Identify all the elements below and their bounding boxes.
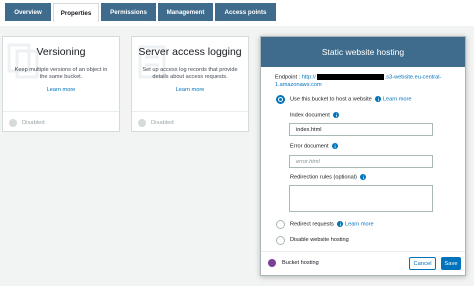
endpoint-url-prefix[interactable]: http:// <box>302 74 316 80</box>
divider <box>3 111 119 112</box>
info-icon[interactable]: i <box>375 96 382 102</box>
info-icon[interactable]: i <box>337 221 344 227</box>
divider <box>261 251 465 252</box>
server-access-logging-card[interactable]: Server access logging Set up access log … <box>131 36 249 132</box>
status-dot-icon <box>138 119 146 127</box>
disable-hosting-radio[interactable] <box>276 236 285 245</box>
versioning-status: Disabled <box>9 119 45 127</box>
redirect-requests-radio[interactable] <box>276 220 285 229</box>
redirect-requests-option: Redirect requests i Learn more <box>290 221 374 227</box>
tab-permissions[interactable]: Permissions <box>101 3 156 21</box>
disable-hosting-option: Disable website hosting <box>290 237 349 243</box>
index-document-label: Index document <box>290 112 330 119</box>
panel-title: Static website hosting <box>321 47 405 57</box>
versioning-title: Versioning <box>36 46 86 58</box>
error-document-label-row: Error document i <box>290 143 339 150</box>
bucket-hosting-status: Bucket hosting <box>282 260 319 266</box>
save-button[interactable]: Save <box>441 257 461 270</box>
host-website-option: Use this bucket to host a website i Lear… <box>290 96 412 102</box>
enabled-status-icon <box>268 259 276 267</box>
index-document-input[interactable]: index.html <box>289 123 433 136</box>
versioning-status-text: Disabled <box>22 120 45 126</box>
versioning-card[interactable]: Versioning Keep multiple versions of an … <box>2 36 120 132</box>
status-dot-icon <box>9 119 17 127</box>
host-website-learn-more-link[interactable]: Learn more <box>383 96 412 102</box>
logging-status: Disabled <box>138 119 174 127</box>
redirection-rules-label-row: Redirection rules (optional) i <box>290 174 367 181</box>
cancel-button[interactable]: Cancel <box>409 257 436 270</box>
redirection-rules-label: Redirection rules (optional) <box>290 174 357 181</box>
endpoint: Endpoint : http://.s3-website.eu-central… <box>275 74 455 89</box>
info-icon[interactable]: i <box>332 143 339 149</box>
host-website-radio[interactable] <box>276 95 285 104</box>
logging-learn-more-link[interactable]: Learn more <box>132 87 248 93</box>
error-document-label: Error document <box>290 143 329 150</box>
versioning-learn-more-link[interactable]: Learn more <box>3 87 119 93</box>
static-website-hosting-panel: Static website hosting Endpoint : http:/… <box>260 36 466 276</box>
versioning-description: Keep multiple versions of an object in t… <box>14 67 108 80</box>
tab-access-points[interactable]: Access points <box>215 3 276 21</box>
redacted-bucket-name <box>316 74 384 80</box>
tab-bar: Overview Properties Permissions Manageme… <box>0 0 474 26</box>
redirect-requests-label: Redirect requests <box>290 221 334 228</box>
logging-status-text: Disabled <box>151 120 174 126</box>
host-website-label: Use this bucket to host a website <box>290 96 372 103</box>
bucket-hosting-label: Bucket hosting <box>282 260 319 266</box>
tab-properties[interactable]: Properties <box>53 3 99 22</box>
tab-overview[interactable]: Overview <box>5 3 51 21</box>
info-icon[interactable]: i <box>333 112 340 118</box>
endpoint-label: Endpoint : <box>275 74 302 81</box>
redirect-requests-learn-more-link[interactable]: Learn more <box>345 221 374 227</box>
logging-title: Server access logging <box>138 46 242 58</box>
tab-management[interactable]: Management <box>158 3 213 21</box>
index-document-label-row: Index document i <box>290 112 340 119</box>
disable-hosting-label: Disable website hosting <box>290 237 349 243</box>
info-icon[interactable]: i <box>360 174 367 180</box>
error-document-input[interactable]: error.html <box>289 155 433 168</box>
redirection-rules-textarea[interactable] <box>289 185 433 212</box>
panel-header: Static website hosting <box>261 37 465 67</box>
divider <box>132 111 248 112</box>
logging-description: Set up access log records that provide d… <box>142 67 238 80</box>
